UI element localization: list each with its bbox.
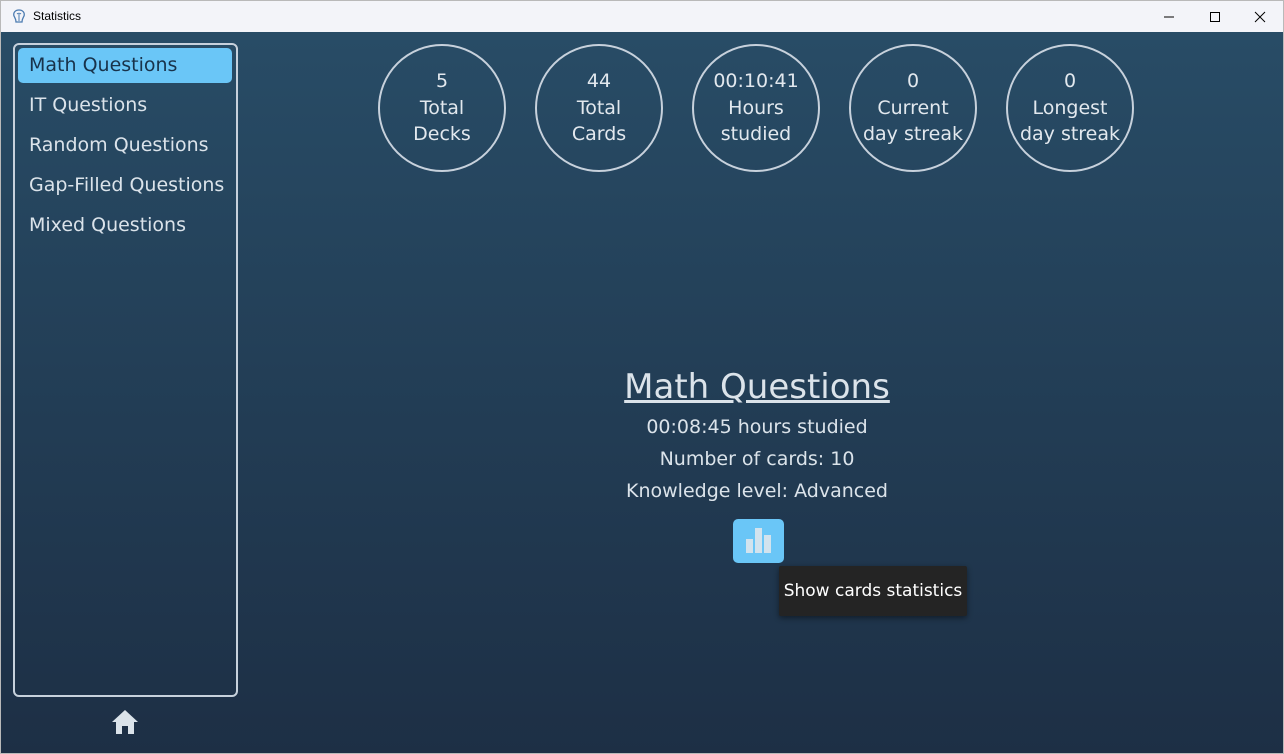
stat-label-line2: Decks xyxy=(413,123,471,146)
deck-item-math-questions[interactable]: Math Questions xyxy=(18,48,232,83)
home-icon xyxy=(112,710,138,734)
deck-knowledge-level: Knowledge level: Advanced xyxy=(626,480,888,502)
hours-studied-stat: 00:10:41 Hours studied xyxy=(692,44,820,172)
deck-item-it-questions[interactable]: IT Questions xyxy=(18,88,232,123)
app-icon xyxy=(13,9,25,23)
deck-hours-studied: 00:08:45 hours studied xyxy=(646,416,868,438)
stat-value: 44 xyxy=(586,70,612,93)
bar-chart-icon xyxy=(746,528,771,553)
stat-value: 0 xyxy=(906,70,920,93)
window-title: Statistics xyxy=(33,9,82,23)
stat-label-line1: Hours xyxy=(728,96,784,119)
total-decks-stat: 5 Total Decks xyxy=(378,44,506,172)
stat-label-line1: Current xyxy=(877,96,949,119)
stat-label-line2: day streak xyxy=(862,123,964,146)
show-cards-statistics-button[interactable] xyxy=(733,519,784,563)
deck-item-random-questions[interactable]: Random Questions xyxy=(18,128,232,163)
minimize-icon xyxy=(1164,16,1174,17)
stat-label-line2: day streak xyxy=(1019,123,1121,146)
statistics-window: Statistics Math Questions IT Questions R… xyxy=(0,0,1284,754)
current-streak-stat: 0 Current day streak xyxy=(849,44,977,172)
maximize-button[interactable] xyxy=(1192,1,1238,32)
tooltip: Show cards statistics xyxy=(779,566,967,616)
stat-label-line1: Longest xyxy=(1032,96,1108,119)
stat-value: 0 xyxy=(1063,70,1077,93)
longest-streak-stat: 0 Longest day streak xyxy=(1006,44,1134,172)
stat-value: 5 xyxy=(435,70,449,93)
stat-label-line1: Total xyxy=(576,96,622,119)
home-button[interactable] xyxy=(111,709,139,735)
stat-label-line2: Cards xyxy=(571,123,627,146)
minimize-button[interactable] xyxy=(1146,1,1192,32)
title-bar: Statistics xyxy=(1,1,1283,32)
stat-label-line1: Total xyxy=(419,96,465,119)
main-content: Math Questions IT Questions Random Quest… xyxy=(1,32,1283,753)
stat-label-line2: studied xyxy=(720,123,792,146)
maximize-icon xyxy=(1210,11,1220,22)
deck-title: Math Questions xyxy=(624,367,890,407)
close-button[interactable] xyxy=(1237,1,1283,32)
deck-card-count: Number of cards: 10 xyxy=(659,448,855,470)
close-icon xyxy=(1254,11,1266,22)
deck-item-gap-filled-questions[interactable]: Gap-Filled Questions xyxy=(18,168,232,203)
total-cards-stat: 44 Total Cards xyxy=(535,44,663,172)
stat-value: 00:10:41 xyxy=(713,70,799,93)
deck-item-mixed-questions[interactable]: Mixed Questions xyxy=(18,208,232,243)
